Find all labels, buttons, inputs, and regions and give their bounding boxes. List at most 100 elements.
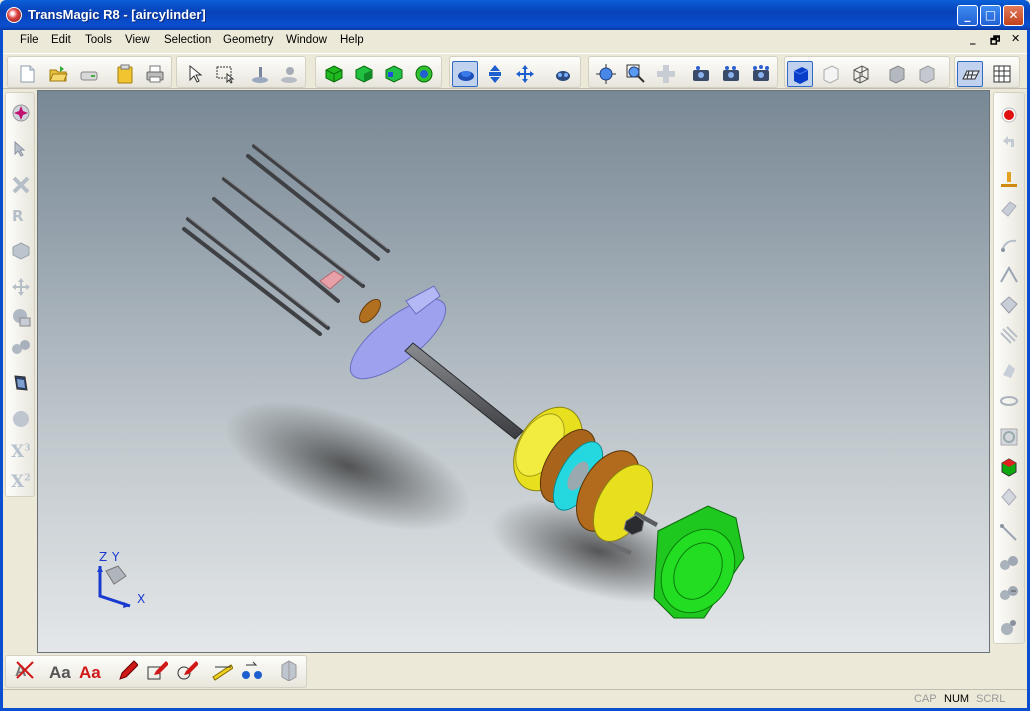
colored-cube-icon[interactable]: [997, 455, 1021, 479]
face-plane-icon[interactable]: [9, 371, 33, 395]
camera-three-icon[interactable]: [748, 61, 774, 87]
move-axes-icon[interactable]: [512, 61, 538, 87]
multi-sphere-icon[interactable]: [9, 335, 33, 359]
solid-view-icon[interactable]: [321, 61, 347, 87]
white-cube-icon[interactable]: [818, 61, 844, 87]
outline-view-icon[interactable]: [411, 61, 437, 87]
pick-icon[interactable]: [247, 61, 273, 87]
menu-file[interactable]: File: [20, 34, 39, 46]
surface-icon[interactable]: [997, 197, 1021, 221]
mdi-minimize-button[interactable]: _: [970, 32, 976, 45]
camera-two-icon[interactable]: [718, 61, 744, 87]
rx-icon[interactable]: R: [9, 203, 33, 227]
menu-selection[interactable]: Selection: [164, 34, 211, 46]
green-end-cap[interactable]: [647, 505, 750, 626]
paste-clipboard-icon[interactable]: [112, 61, 138, 87]
sphere-grid-icon[interactable]: [9, 305, 33, 329]
compass-star-icon[interactable]: [9, 101, 33, 125]
title-bar[interactable]: TransMagic R8 - [aircylinder] _ □ ✕: [0, 0, 1030, 30]
x3-label: X: [11, 442, 25, 462]
3d-viewport[interactable]: Z Y X: [37, 90, 990, 653]
zoom-toolbar-group: [588, 56, 778, 88]
wireframe-cube-icon[interactable]: [848, 61, 874, 87]
sphere-add-icon[interactable]: [997, 551, 1021, 575]
minimize-button[interactable]: _: [957, 5, 978, 26]
mdi-restore-button[interactable]: 🗗: [990, 32, 1000, 51]
section-icon[interactable]: [278, 659, 304, 685]
menu-edit[interactable]: Edit: [51, 34, 71, 46]
x-squared-icon[interactable]: X2: [9, 469, 33, 493]
shape-edit-icon[interactable]: [997, 359, 1021, 383]
brush-stand-icon[interactable]: [997, 167, 1021, 191]
status-num: NUM: [944, 693, 970, 705]
close-button[interactable]: ✕: [1003, 5, 1024, 26]
save-drive-icon[interactable]: [76, 61, 102, 87]
text-red-icon[interactable]: Aa: [78, 659, 104, 685]
window-frame-left: [0, 30, 3, 711]
shade-view-icon[interactable]: [351, 61, 377, 87]
pen-circle-icon[interactable]: [176, 659, 202, 685]
file-toolbar-group: [7, 56, 172, 88]
app-icon[interactable]: [6, 7, 22, 23]
gray-cube-two-icon[interactable]: [914, 61, 940, 87]
grid-table-icon[interactable]: [989, 61, 1015, 87]
pick-gray-icon[interactable]: [276, 61, 302, 87]
face-tool-icon[interactable]: [997, 293, 1021, 317]
pink-bushing[interactable]: [319, 270, 345, 290]
tie-rods[interactable]: [182, 144, 390, 336]
sphere-intersect-icon[interactable]: [997, 615, 1021, 639]
mdi-close-button[interactable]: ✕: [1011, 32, 1020, 45]
refresh-icon[interactable]: [997, 425, 1021, 449]
select-body-icon[interactable]: [9, 137, 33, 161]
maximize-button[interactable]: □: [980, 5, 1001, 26]
sphere-icon[interactable]: [9, 407, 33, 431]
menu-geometry[interactable]: Geometry: [223, 34, 274, 46]
zoom-window-icon[interactable]: [593, 61, 619, 87]
print-icon[interactable]: [142, 61, 168, 87]
gray-cube-icon[interactable]: [884, 61, 910, 87]
measure-points-icon[interactable]: [241, 659, 267, 685]
x2-sup: 2: [24, 473, 31, 484]
grid-plane-icon[interactable]: [957, 61, 983, 87]
move-part-icon[interactable]: [9, 275, 33, 299]
lens-icon[interactable]: [997, 389, 1021, 413]
hatched-icon[interactable]: [997, 323, 1021, 347]
x-cubed-icon[interactable]: X3: [9, 439, 33, 463]
measure-ruler-icon[interactable]: [211, 659, 237, 685]
menu-view[interactable]: View: [125, 34, 150, 46]
menu-window[interactable]: Window: [286, 34, 327, 46]
brown-washer[interactable]: [356, 296, 385, 326]
menu-help[interactable]: Help: [340, 34, 364, 46]
angle-icon[interactable]: [997, 263, 1021, 287]
pen-box-icon[interactable]: [146, 659, 172, 685]
open-folder-icon[interactable]: [45, 61, 71, 87]
pen-red-icon[interactable]: [116, 659, 142, 685]
aircylinder-model[interactable]: Z Y X: [38, 91, 990, 653]
menu-tools[interactable]: Tools: [85, 34, 112, 46]
clear-markup-icon[interactable]: A: [14, 659, 40, 685]
diamond-face-icon[interactable]: [997, 485, 1021, 509]
text-style-icon[interactable]: Aa: [48, 659, 74, 685]
line-tool-icon[interactable]: [997, 521, 1021, 545]
part-cube-icon[interactable]: [9, 239, 33, 263]
pan-view-icon[interactable]: [482, 61, 508, 87]
box-select-icon[interactable]: [212, 61, 238, 87]
record-icon[interactable]: [997, 103, 1021, 127]
curve-icon[interactable]: [997, 233, 1021, 257]
sphere-subtract-icon[interactable]: [997, 581, 1021, 605]
delete-x-icon[interactable]: [9, 173, 33, 197]
fit-view-icon[interactable]: [550, 61, 576, 87]
status-bar: CAP NUM SCRL: [3, 689, 1027, 708]
undo-arrow-icon[interactable]: [997, 131, 1021, 155]
menu-bar: File Edit Tools View Selection Geometry …: [3, 30, 1027, 52]
piston-rod[interactable]: [404, 342, 524, 440]
select-arrow-icon[interactable]: [182, 61, 208, 87]
zoom-area-icon[interactable]: [623, 61, 649, 87]
new-file-icon[interactable]: [14, 61, 40, 87]
rotate-view-icon[interactable]: [452, 61, 478, 87]
shadow-upper: [224, 401, 472, 531]
shaded-cube-icon[interactable]: [787, 61, 813, 87]
hidden-view-icon[interactable]: [381, 61, 407, 87]
zoom-cross-icon[interactable]: [653, 61, 679, 87]
camera-icon[interactable]: [688, 61, 714, 87]
